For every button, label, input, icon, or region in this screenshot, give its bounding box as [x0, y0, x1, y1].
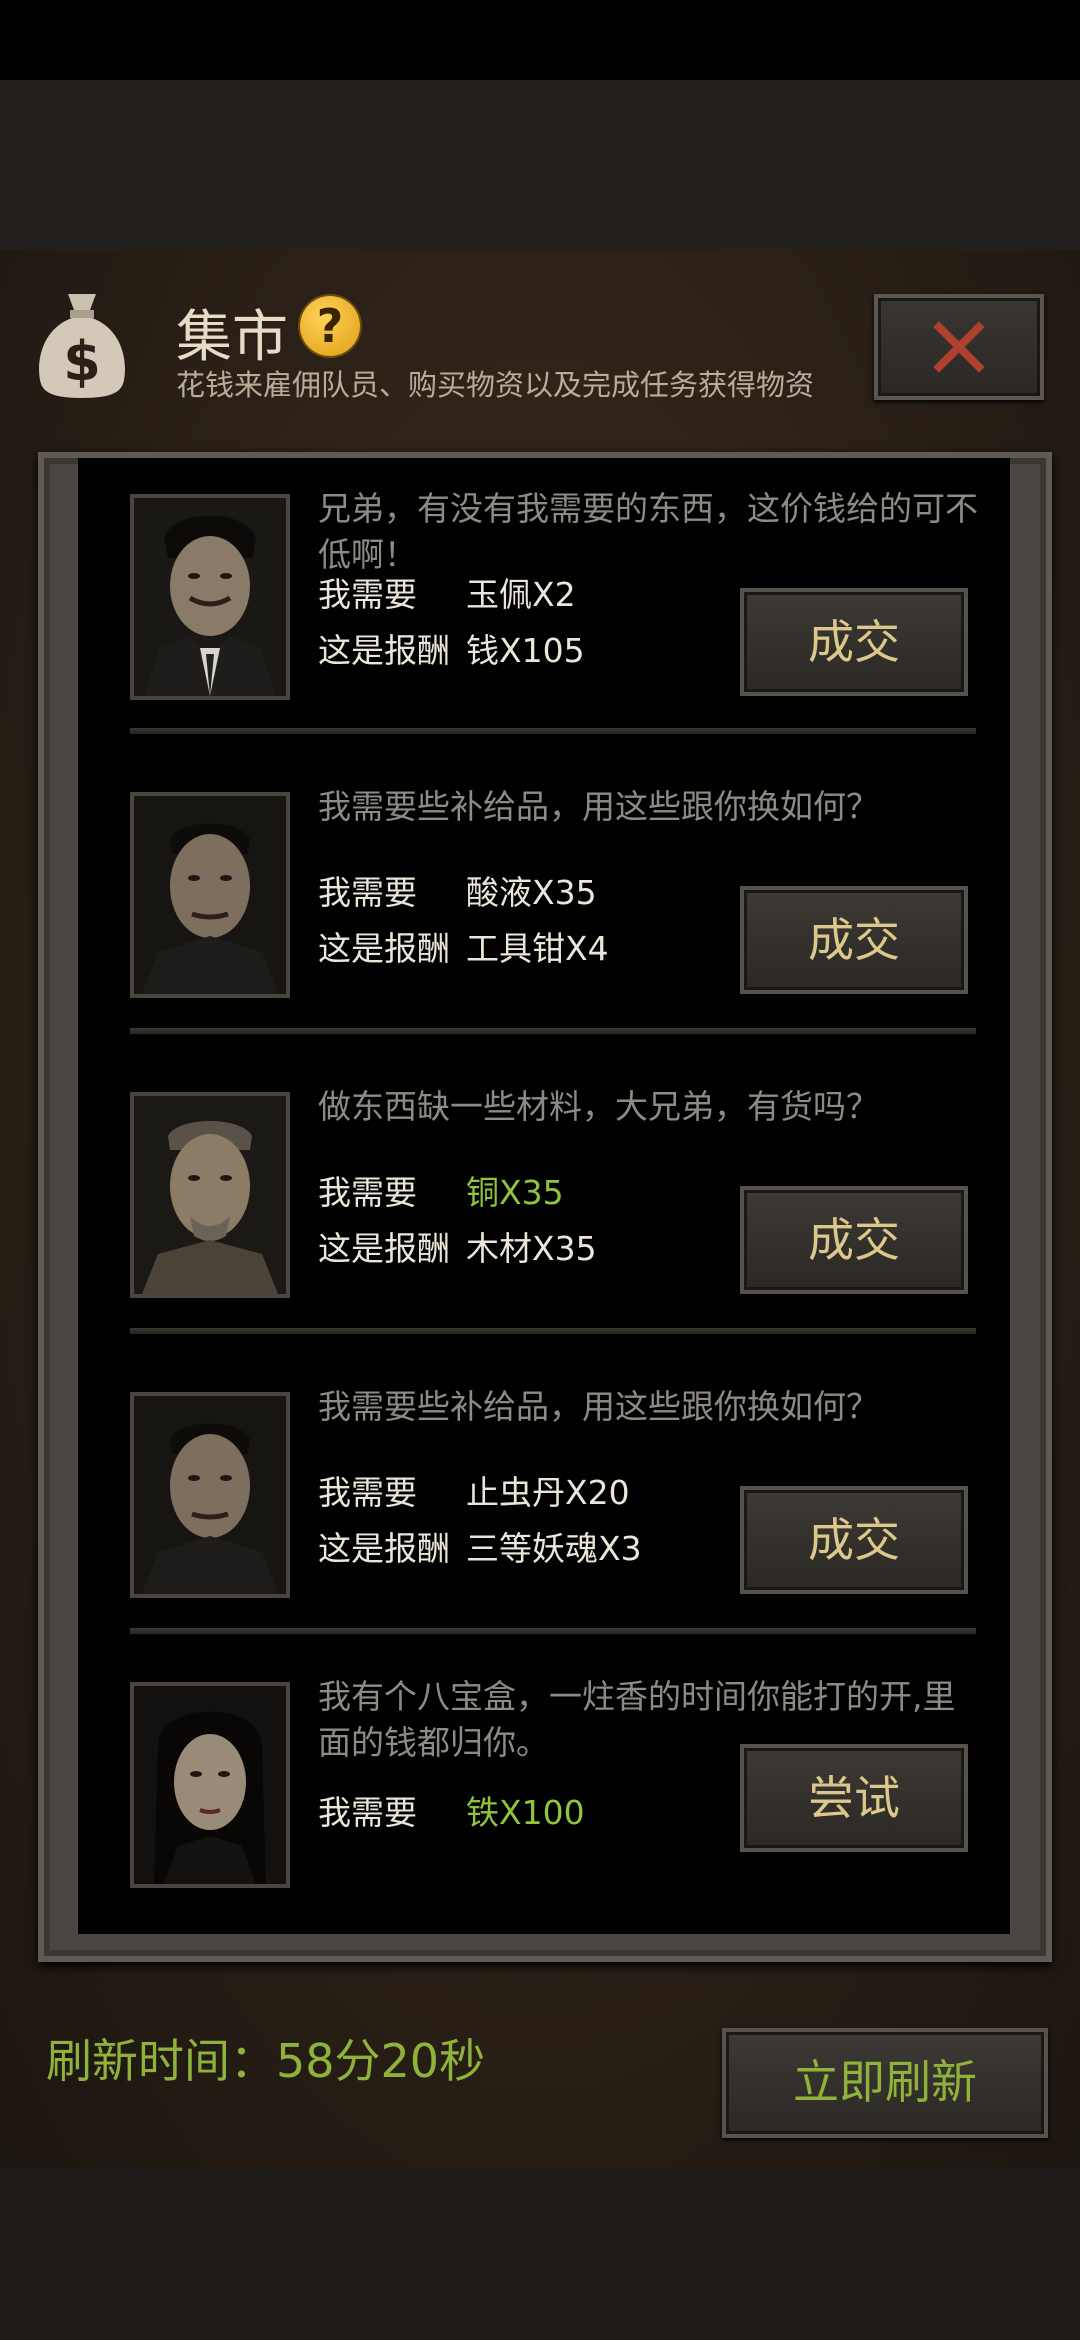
- reward-value: 工具钳X4: [466, 929, 609, 968]
- portrait-avatar: [130, 1092, 290, 1298]
- need-label: 我需要: [318, 873, 417, 912]
- status-bar: [0, 0, 1080, 80]
- need-value: 铜X35: [466, 1173, 564, 1212]
- trade-dialog: 我需要些补给品，用这些跟你换如何？: [318, 787, 879, 826]
- portrait-avatar: [130, 494, 290, 700]
- close-button[interactable]: [874, 294, 1044, 400]
- need-value: 酸液X35: [466, 873, 597, 912]
- svg-text:$: $: [63, 330, 101, 393]
- need-value: 铁X100: [466, 1793, 585, 1832]
- try-button[interactable]: 尝试: [740, 1744, 968, 1852]
- refresh-now-button[interactable]: 立即刷新: [722, 2028, 1048, 2138]
- trade-row: 做东西缺一些材料，大兄弟，有货吗？ 我需要 铜X35 这是报酬 木材X35 成交: [78, 1056, 1010, 1354]
- deal-button[interactable]: 成交: [740, 1486, 968, 1594]
- background-overlay-bottom: [0, 2168, 1080, 2340]
- portrait-avatar: [130, 1682, 290, 1888]
- reward-value: 钱X105: [466, 631, 585, 670]
- reward-label: 这是报酬: [318, 929, 450, 968]
- trade-row: 兄弟，有没有我需要的东西，这价钱给的可不低啊！ 我需要 玉佩X2 这是报酬 钱X…: [78, 458, 1010, 756]
- need-value: 止虫丹X20: [466, 1473, 630, 1512]
- money-bag-icon: $: [39, 294, 125, 398]
- trade-row: 我有个八宝盒，一炷香的时间你能打的开,里面的钱都归你。 我需要 铁X100 尝试: [78, 1646, 1010, 1934]
- background-overlay-top: [0, 80, 1080, 250]
- need-label: 我需要: [318, 1473, 417, 1512]
- reward-label: 这是报酬: [318, 631, 450, 670]
- portrait-avatar: [130, 1392, 290, 1598]
- need-label: 我需要: [318, 575, 417, 614]
- trade-list-frame: 兄弟，有没有我需要的东西，这价钱给的可不低啊！ 我需要 玉佩X2 这是报酬 钱X…: [38, 452, 1052, 1962]
- need-label: 我需要: [318, 1793, 417, 1832]
- reward-label: 这是报酬: [318, 1529, 450, 1568]
- reward-label: 这是报酬: [318, 1229, 450, 1268]
- deal-button[interactable]: 成交: [740, 588, 968, 696]
- trade-dialog: 我需要些补给品，用这些跟你换如何？: [318, 1387, 879, 1426]
- row-divider: [130, 1028, 976, 1034]
- refresh-timer: 刷新时间：58分20秒: [46, 2034, 486, 2088]
- page-title: 集市: [176, 305, 288, 370]
- close-icon: [933, 321, 985, 373]
- row-divider: [130, 728, 976, 734]
- help-icon[interactable]: ?: [300, 296, 360, 356]
- trade-dialog: 兄弟，有没有我需要的东西，这价钱给的可不低啊！: [318, 489, 978, 574]
- portrait-avatar: [130, 792, 290, 998]
- market-panel: $ 集市 ? 花钱来雇佣队员、购买物资以及完成任务获得物资 兄弟，有没有我需要的…: [0, 250, 1080, 2168]
- reward-value: 三等妖魂X3: [466, 1529, 642, 1568]
- reward-value: 木材X35: [466, 1229, 597, 1268]
- need-label: 我需要: [318, 1173, 417, 1212]
- need-value: 玉佩X2: [466, 575, 576, 614]
- deal-button[interactable]: 成交: [740, 886, 968, 994]
- trade-dialog: 做东西缺一些材料，大兄弟，有货吗？: [318, 1087, 879, 1126]
- row-divider: [130, 1328, 976, 1334]
- trade-row: 我需要些补给品，用这些跟你换如何？ 我需要 酸液X35 这是报酬 工具钳X4 成…: [78, 756, 1010, 1054]
- row-divider: [130, 1628, 976, 1634]
- trade-list[interactable]: 兄弟，有没有我需要的东西，这价钱给的可不低啊！ 我需要 玉佩X2 这是报酬 钱X…: [78, 458, 1010, 1934]
- page-subtitle: 花钱来雇佣队员、购买物资以及完成任务获得物资: [176, 368, 815, 402]
- deal-button[interactable]: 成交: [740, 1186, 968, 1294]
- trade-row: 我需要些补给品，用这些跟你换如何？ 我需要 止虫丹X20 这是报酬 三等妖魂X3…: [78, 1356, 1010, 1654]
